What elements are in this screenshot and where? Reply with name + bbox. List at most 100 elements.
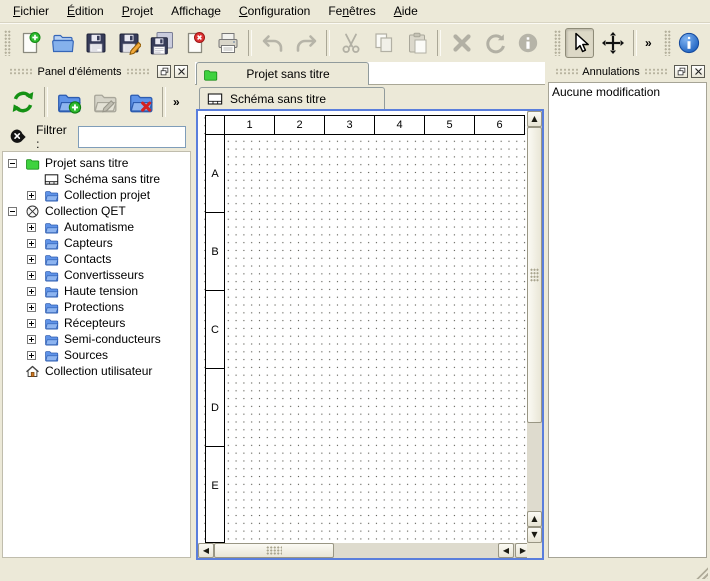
tree-item[interactable]: Protections [3,299,190,315]
move-mode-button[interactable] [598,28,627,58]
object-info-button[interactable] [513,28,542,58]
undo-list-item[interactable]: Aucune modification [552,85,703,100]
tree-expander-plus[interactable] [27,239,36,248]
tree-expander-plus[interactable] [27,335,36,344]
menu-fenetres[interactable]: Fenêtres [319,1,384,21]
horizontal-scrollbar[interactable]: ◀ ◀ ▶ [198,543,531,558]
paste-button[interactable] [402,28,431,58]
tree-item[interactable]: Collection utilisateur [3,363,190,379]
folder-new-icon [56,89,82,115]
tree-item[interactable]: Récepteurs [3,315,190,331]
select-mode-button[interactable] [565,28,594,58]
float-panel-button[interactable] [674,65,688,78]
close-panel-button[interactable] [174,65,188,78]
tree-item[interactable]: Sources [3,347,190,363]
tree-item-label: Récepteurs [64,316,125,330]
menu-edition[interactable]: Édition [58,1,113,21]
close-panel-button[interactable] [691,65,705,78]
toolbar-drag-handle[interactable] [664,30,671,56]
tree-item[interactable]: Projet sans titre [3,155,190,171]
elements-panel-titlebar[interactable]: Panel d'éléments [2,62,191,81]
tree-item[interactable]: Schéma sans titre [3,171,190,187]
scroll-up-button-bottom[interactable]: ▲ [527,511,542,527]
toolbar-overflow-button[interactable]: » [641,36,656,50]
folder-icon [44,236,59,251]
save-all-icon [150,31,174,55]
print-button[interactable] [213,28,242,58]
rotate-button[interactable] [480,28,509,58]
toolbar-drag-handle[interactable] [554,30,561,56]
open-file-button[interactable] [48,28,77,58]
copy-icon [372,31,396,55]
tree-item[interactable]: Semi-conducteurs [3,331,190,347]
new-category-button[interactable] [53,86,85,118]
resize-grip[interactable] [695,566,708,579]
tree-expander-minus[interactable] [8,207,17,216]
menu-fichier[interactable]: Fichier [4,1,58,21]
float-panel-button[interactable] [157,65,171,78]
vertical-scrollbar[interactable]: ▲ ▲ ▼ [527,111,542,543]
tree-item[interactable]: Convertisseurs [3,267,190,283]
tree-item[interactable]: Capteurs [3,235,190,251]
save-button[interactable] [81,28,110,58]
menu-configuration[interactable]: Configuration [230,1,319,21]
tree-expander-plus[interactable] [27,223,36,232]
tree-expander-minus[interactable] [8,159,17,168]
menu-aide[interactable]: Aide [385,1,427,21]
diagram-canvas[interactable]: 123456ABCDE [198,111,527,543]
new-file-button[interactable] [15,28,44,58]
tools-toolbar: » [552,28,656,58]
delete-category-button[interactable] [125,86,157,118]
horizontal-scrollbar-thumb[interactable] [214,543,334,558]
tab-project[interactable]: Projet sans titre [196,62,369,85]
about-button[interactable] [675,28,704,58]
tree-expander-plus[interactable] [27,319,36,328]
tree-item[interactable]: Collection projet [3,187,190,203]
undo-button[interactable] [258,28,287,58]
toolbar-drag-handle[interactable] [4,30,11,56]
filter-input[interactable] [78,126,186,148]
edit-category-button[interactable] [89,86,121,118]
save-icon [84,31,108,55]
menu-affichage[interactable]: Affichage [162,1,230,21]
delete-button[interactable] [447,28,476,58]
toolbar-separator [44,87,48,117]
paste-icon [405,31,429,55]
scroll-down-button[interactable]: ▼ [527,527,542,543]
tree-expander-plus[interactable] [27,303,36,312]
menu-projet[interactable]: Projet [113,1,162,21]
copy-button[interactable] [369,28,398,58]
close-file-icon [183,31,207,55]
undo-panel-titlebar[interactable]: Annulations [548,62,708,81]
tree-expander-plus[interactable] [27,351,36,360]
toolbar-separator [633,30,637,56]
close-file-button[interactable] [180,28,209,58]
tree-item[interactable]: Collection QET [3,203,190,219]
save-as-button[interactable] [114,28,143,58]
folder-icon [44,188,59,203]
undo-history-list[interactable]: Aucune modification [548,82,707,558]
scroll-up-button[interactable]: ▲ [527,111,542,127]
scroll-left-button-right[interactable]: ◀ [498,543,514,558]
tab-schema[interactable]: Schéma sans titre [199,87,385,109]
tree-expander-plus[interactable] [27,255,36,264]
vertical-scrollbar-thumb[interactable] [527,127,542,423]
tree-expander-plus[interactable] [27,287,36,296]
tree-expander-plus[interactable] [27,191,36,200]
tree-item[interactable]: Haute tension [3,283,190,299]
tree-item[interactable]: Contacts [3,251,190,267]
diagram-icon [207,91,223,107]
tree-expander-plus[interactable] [27,271,36,280]
cut-button[interactable] [336,28,365,58]
scroll-left-button[interactable]: ◀ [198,543,214,558]
tree-item[interactable]: Automatisme [3,219,190,235]
redo-icon [294,31,318,55]
grid-column-header: 4 [375,115,425,135]
reload-collections-button[interactable] [7,86,39,118]
up-arrow-icon: ▲ [531,115,537,123]
toolbar-overflow-button[interactable]: » [169,95,184,109]
save-all-button[interactable] [147,28,176,58]
toolbar-overflow-button[interactable]: » [706,36,710,50]
clear-filter-button[interactable] [7,125,30,149]
redo-button[interactable] [291,28,320,58]
